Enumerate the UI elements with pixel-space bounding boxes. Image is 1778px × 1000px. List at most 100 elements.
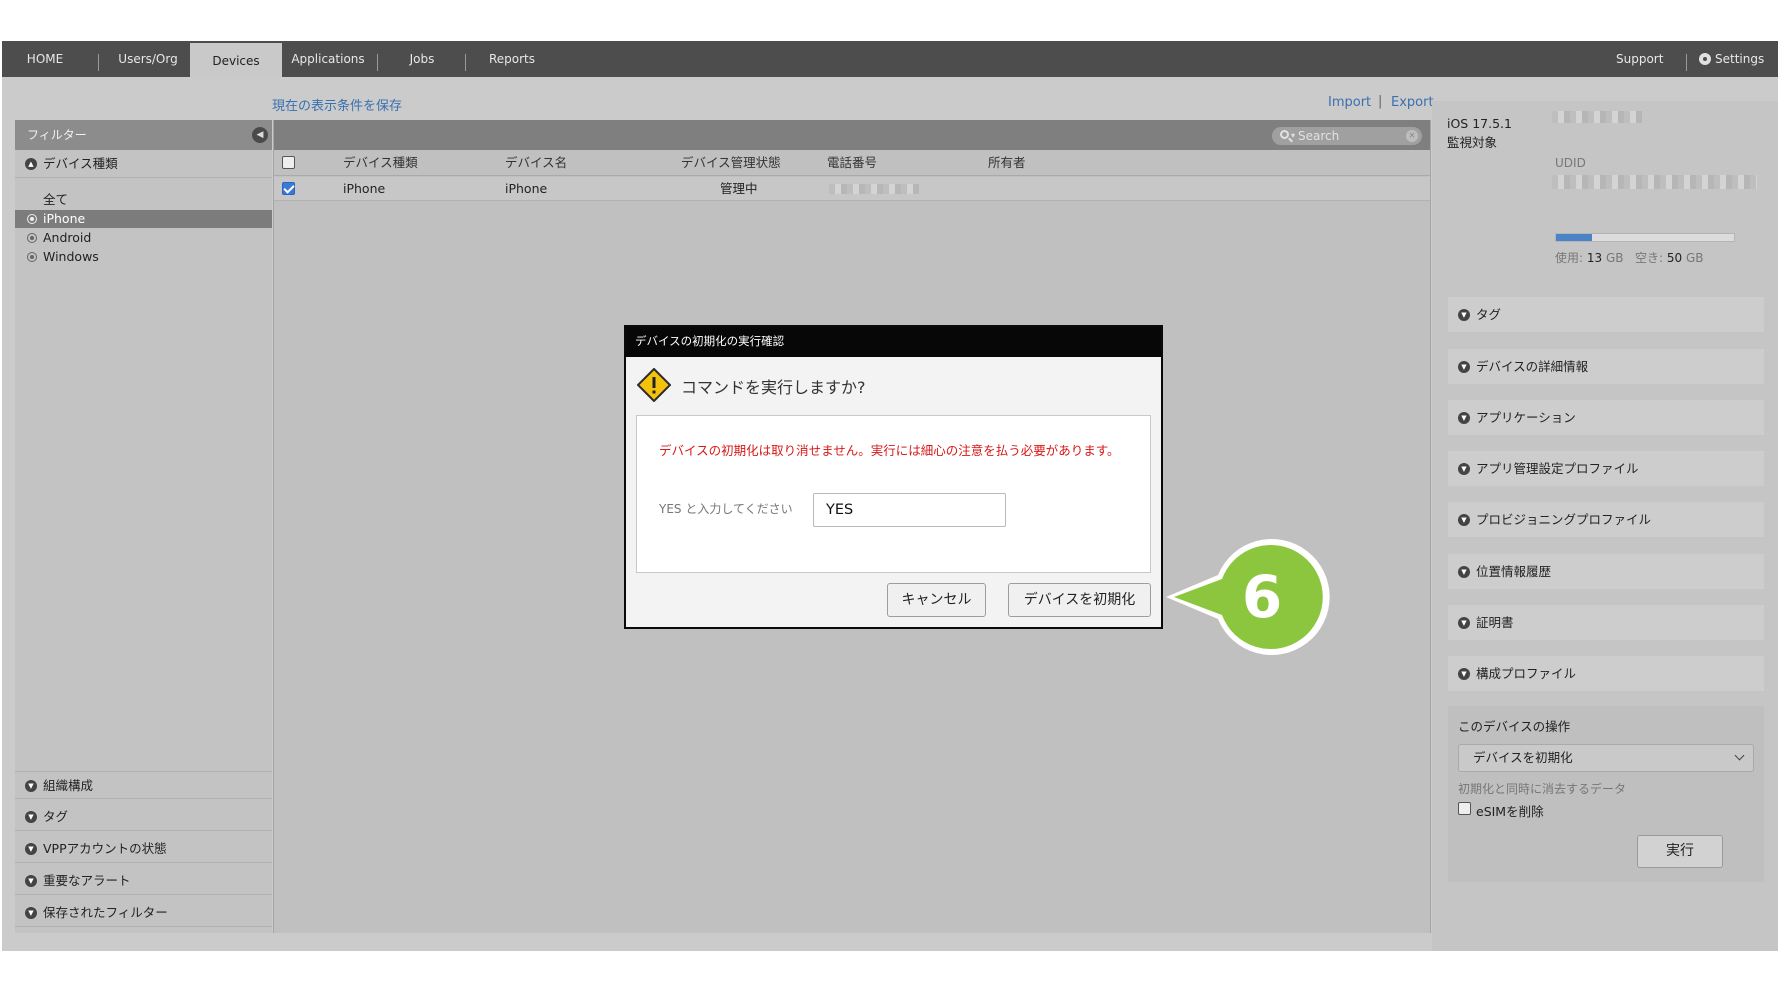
top-nav: HOME Users/Org Devices Applications Jobs… — [2, 41, 1778, 77]
export-link[interactable]: Export — [1391, 95, 1434, 110]
table-row[interactable]: iPhone iPhone 管理中 — [274, 177, 1430, 201]
yes-confirm-input[interactable]: YES — [813, 493, 1006, 527]
chevron-down-icon: ▼ — [25, 907, 37, 919]
chevron-down-icon: ▼ — [1458, 668, 1470, 680]
section-vpp[interactable]: ▼ VPPアカウントの状態 — [15, 835, 272, 863]
warning-text: デバイスの初期化は取り消せません。実行には細心の注意を払う必要があります。 — [659, 443, 1120, 458]
tab-applications[interactable]: Applications — [288, 41, 368, 77]
cancel-button[interactable]: キャンセル — [887, 583, 986, 617]
section-alerts[interactable]: ▼ 重要なアラート — [15, 867, 272, 895]
support-link[interactable]: Support — [1616, 41, 1663, 77]
erase-device-button[interactable]: デバイスを初期化 — [1008, 583, 1151, 617]
radio-icon — [27, 214, 37, 224]
redacted-phone — [829, 184, 919, 194]
import-link[interactable]: Import — [1328, 95, 1371, 110]
section-label: 位置情報履歴 — [1476, 564, 1552, 579]
search-placeholder: Search — [1298, 129, 1340, 143]
section-tags[interactable]: ▼ タグ — [15, 803, 272, 831]
supervised-label: 監視対象 — [1447, 135, 1498, 150]
section-org[interactable]: ▼ 組織構成 — [15, 771, 272, 799]
chevron-down-icon: ▼ — [1458, 412, 1470, 424]
used-value: 13 — [1586, 251, 1603, 265]
step-number: 6 — [1242, 563, 1282, 631]
col-phone[interactable]: 電話番号 — [827, 150, 877, 176]
col-status[interactable]: デバイス管理状態 — [681, 150, 781, 176]
section-app-config[interactable]: ▼ アプリ管理設定プロファイル — [1448, 451, 1764, 486]
tab-reports[interactable]: Reports — [482, 41, 542, 77]
gear-icon — [1699, 53, 1711, 65]
filter-label: Android — [43, 230, 92, 245]
dialog-title: デバイスの初期化の実行確認 — [626, 327, 1161, 357]
collapse-sidebar-button[interactable]: ◀ — [252, 127, 268, 143]
chevron-down-icon: ▼ — [25, 875, 37, 887]
esim-checkbox[interactable] — [1458, 802, 1471, 815]
select-all-checkbox[interactable] — [282, 156, 295, 169]
warning-icon — [637, 368, 671, 402]
cell-status: 管理中 — [720, 181, 758, 196]
tab-users-org[interactable]: Users/Org — [108, 41, 188, 77]
save-filter-link[interactable]: 現在の表示条件を保存 — [272, 95, 402, 114]
chevron-down-icon: ▼ — [1458, 617, 1470, 629]
search-input[interactable]: ▾ Search ✕ — [1272, 127, 1422, 145]
cell-device-name: iPhone — [505, 181, 548, 196]
free-label: 空き: — [1634, 251, 1664, 265]
section-provisioning[interactable]: ▼ プロビジョニングプロファイル — [1448, 502, 1764, 537]
filter-android[interactable]: Android — [15, 229, 272, 247]
section-config-profiles[interactable]: ▼ 構成プロファイル — [1448, 656, 1764, 691]
section-label: VPPアカウントの状態 — [43, 841, 167, 856]
section-label: タグ — [1476, 307, 1502, 322]
dialog-question: コマンドを実行しますか? — [681, 378, 866, 397]
col-owner[interactable]: 所有者 — [988, 150, 1026, 176]
section-label: 重要なアラート — [43, 873, 131, 888]
os-version: iOS 17.5.1 — [1447, 116, 1512, 131]
section-label: プロビジョニングプロファイル — [1476, 512, 1652, 527]
chevron-down-icon: ▼ — [1458, 361, 1470, 373]
ops-title: このデバイスの操作 — [1458, 719, 1571, 734]
filter-label: Windows — [43, 249, 99, 264]
section-saved-filters[interactable]: ▼ 保存されたフィルター — [15, 899, 272, 927]
section-label: 保存されたフィルター — [43, 905, 168, 920]
section-applications[interactable]: ▼ アプリケーション — [1448, 400, 1764, 435]
free-value: 50 — [1666, 251, 1683, 265]
table-header: デバイス種類 デバイス名 デバイス管理状態 電話番号 所有者 — [274, 150, 1430, 176]
section-device-type[interactable]: ▲ デバイス種類 — [15, 150, 272, 178]
settings-label: Settings — [1715, 52, 1765, 66]
col-device-name[interactable]: デバイス名 — [505, 150, 567, 176]
chevron-down-icon: ▼ — [1458, 566, 1470, 578]
section-certificates[interactable]: ▼ 証明書 — [1448, 605, 1764, 640]
section-label: 組織構成 — [43, 778, 94, 793]
section-label: アプリケーション — [1476, 410, 1576, 425]
search-icon — [1280, 130, 1289, 139]
tab-divider — [377, 54, 378, 71]
storage-text: 使用: 13 GB 空き: 50 GB — [1555, 249, 1703, 266]
radio-icon — [27, 233, 37, 243]
col-device-type[interactable]: デバイス種類 — [343, 150, 418, 176]
radio-icon — [27, 252, 37, 262]
filter-windows[interactable]: Windows — [15, 248, 272, 266]
section-tags[interactable]: ▼ タグ — [1448, 297, 1764, 332]
used-unit: GB — [1605, 251, 1624, 265]
tab-jobs[interactable]: Jobs — [392, 41, 452, 77]
section-location[interactable]: ▼ 位置情報履歴 — [1448, 554, 1764, 589]
section-device-details[interactable]: ▼ デバイスの詳細情報 — [1448, 349, 1764, 384]
table-toolbar: ▾ Search ✕ — [274, 120, 1430, 150]
step-callout: 6 — [1166, 539, 1330, 655]
section-label: 構成プロファイル — [1476, 666, 1577, 681]
chevron-down-icon: ▼ — [25, 843, 37, 855]
settings-link[interactable]: Settings — [1699, 41, 1764, 77]
chevron-down-icon — [1734, 750, 1745, 761]
filter-all[interactable]: 全て — [15, 191, 272, 209]
clear-icon[interactable]: ✕ — [1406, 130, 1418, 142]
execute-button[interactable]: 実行 — [1637, 835, 1723, 868]
tab-home[interactable]: HOME — [20, 41, 70, 77]
filter-iphone[interactable]: iPhone — [15, 210, 272, 228]
tab-devices[interactable]: Devices — [190, 43, 282, 77]
confirm-dialog: デバイスの初期化の実行確認 コマンドを実行しますか? デバイスの初期化は取り消せ… — [624, 325, 1163, 629]
section-label: 証明書 — [1476, 615, 1514, 630]
row-checkbox[interactable] — [282, 182, 295, 195]
chevron-down-icon: ▼ — [25, 780, 37, 792]
filter-title: フィルター — [27, 128, 87, 142]
operation-select[interactable]: デバイスを初期化 — [1458, 744, 1754, 772]
esim-label: eSIMを削除 — [1476, 804, 1544, 819]
storage-bar-fill — [1556, 234, 1592, 241]
